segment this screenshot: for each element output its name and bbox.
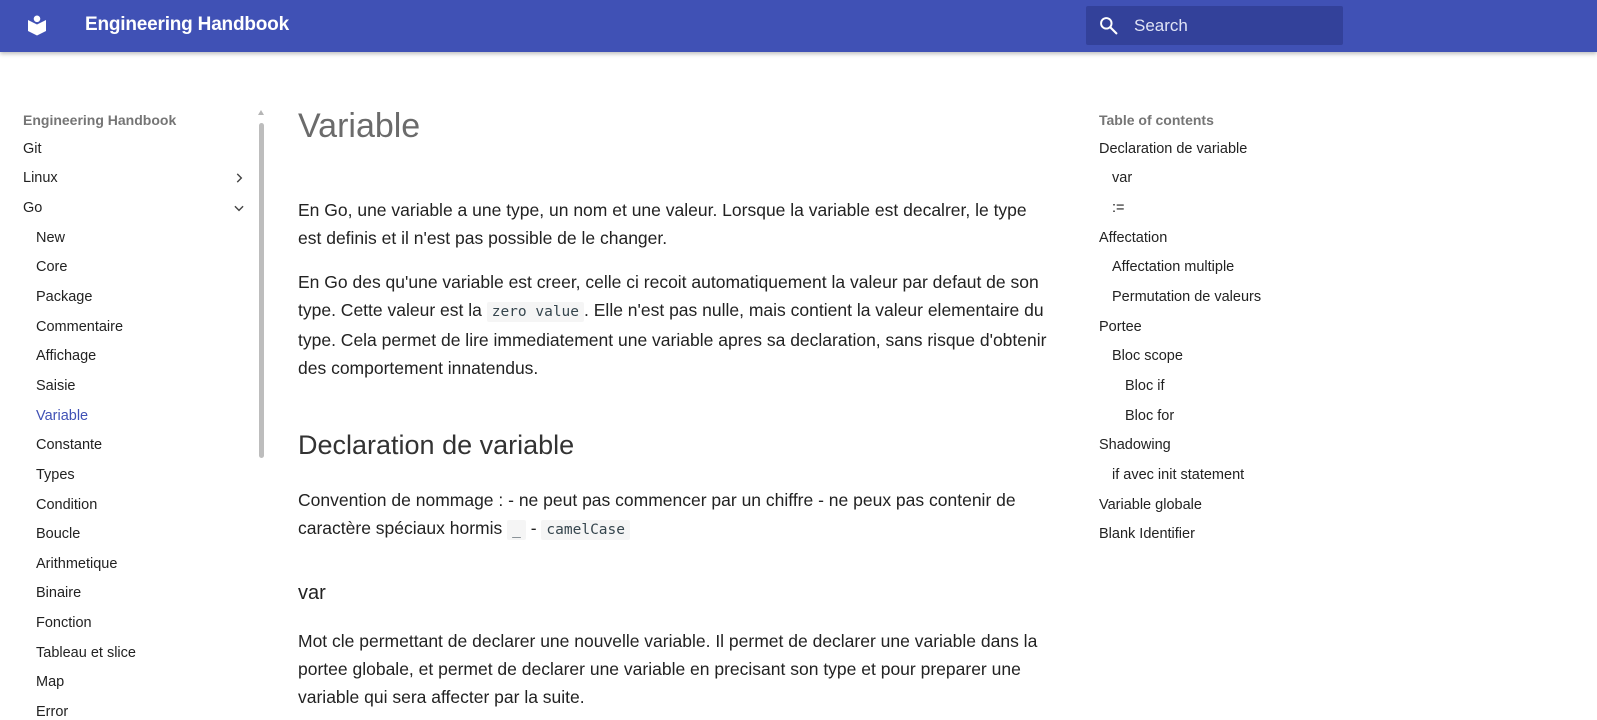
search-box[interactable] [1086,6,1343,45]
search-input[interactable] [1134,6,1334,45]
naming-convention-text: Convention de nommage : - ne peut pas co… [298,490,1016,538]
nav-item-variable[interactable]: Variable [36,408,88,424]
nav-item-commentaire[interactable]: Commentaire [36,319,123,335]
intro-paragraph-2: En Go des qu'une variable est creer, cel… [298,268,1050,382]
intro-paragraph-1: En Go, une variable a une type, un nom e… [298,200,1027,248]
chevron-down-icon[interactable] [232,201,246,215]
scroll-up-arrow-icon[interactable] [258,110,264,115]
toc-item-bloc-for[interactable]: Bloc for [1125,408,1174,424]
inline-code-underscore: _ [507,520,526,540]
toc-item-permutation-de-valeurs[interactable]: Permutation de valeurs [1112,289,1261,305]
var-paragraph: Mot cle permettant de declarer une nouve… [298,631,1038,707]
toc-title: Table of contents [1099,112,1214,128]
nav-item-go[interactable]: Go [23,200,42,216]
toc-item-affectation[interactable]: Affectation [1099,230,1167,246]
book-logo-icon[interactable] [25,13,49,37]
nav-item-fonction[interactable]: Fonction [36,615,92,631]
nav-item-map[interactable]: Map [36,674,64,690]
toc-item-short-declaration[interactable]: := [1112,200,1125,216]
page-title: Variable [298,107,421,145]
site-title[interactable]: Engineering Handbook [85,14,289,36]
toc-item-if-avec-init-statement[interactable]: if avec init statement [1112,467,1244,483]
nav-item-binaire[interactable]: Binaire [36,585,81,601]
top-header: Engineering Handbook [0,0,1597,52]
inline-code-zero-value: zero value [486,302,585,322]
nav-title[interactable]: Engineering Handbook [23,112,176,128]
search-icon [1100,17,1118,35]
naming-convention-separator: - [525,518,542,538]
heading-var: var [298,582,326,604]
toc-item-shadowing[interactable]: Shadowing [1099,437,1171,453]
toc-item-var[interactable]: var [1112,170,1132,186]
nav-item-git[interactable]: Git [23,141,42,157]
nav-item-affichage[interactable]: Affichage [36,348,96,364]
chevron-right-icon[interactable] [232,171,246,185]
naming-convention-paragraph: Convention de nommage : - ne peut pas co… [298,486,1050,544]
nav-item-boucle[interactable]: Boucle [36,526,80,542]
toc-item-variable-globale[interactable]: Variable globale [1099,497,1202,513]
toc-item-affectation-multiple[interactable]: Affectation multiple [1112,259,1234,275]
toc-item-portee[interactable]: Portee [1099,319,1142,335]
toc-item-blank-identifier[interactable]: Blank Identifier [1099,526,1195,542]
inline-code-camelcase: camelCase [541,520,630,540]
nav-item-types[interactable]: Types [36,467,75,483]
nav-item-tableau-et-slice[interactable]: Tableau et slice [36,645,136,661]
nav-item-error[interactable]: Error [36,704,68,720]
nav-scrollbar[interactable] [259,123,264,458]
toc-item-bloc-if[interactable]: Bloc if [1125,378,1165,394]
heading-declaration-de-variable: Declaration de variable [298,430,575,460]
toc-item-bloc-scope[interactable]: Bloc scope [1112,348,1183,364]
nav-item-arithmetique[interactable]: Arithmetique [36,556,117,572]
nav-item-new[interactable]: New [36,230,65,246]
nav-item-constante[interactable]: Constante [36,437,102,453]
toc-item-declaration-de-variable[interactable]: Declaration de variable [1099,141,1247,157]
nav-item-core[interactable]: Core [36,259,67,275]
nav-item-linux[interactable]: Linux [23,170,58,186]
nav-item-package[interactable]: Package [36,289,92,305]
nav-item-saisie[interactable]: Saisie [36,378,76,394]
nav-item-condition[interactable]: Condition [36,497,97,513]
